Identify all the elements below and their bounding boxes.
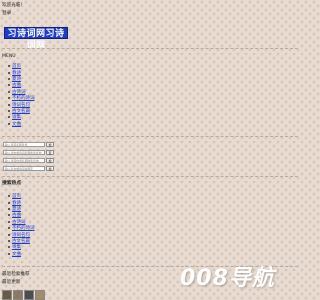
nav-link[interactable]: 春诗 — [12, 70, 21, 76]
search-input[interactable] — [3, 158, 45, 163]
nav-link[interactable]: 首页 — [12, 63, 21, 69]
search-button[interactable]: 搜 — [46, 166, 55, 171]
bullet-icon — [8, 239, 10, 242]
popular-item: 文曲 — [8, 251, 35, 257]
bullet-icon — [8, 122, 10, 125]
nav-link[interactable]: 古文名篇 — [12, 108, 30, 114]
thumbnail-image[interactable] — [35, 290, 45, 300]
popular-item: 不朽的诗词 — [8, 225, 35, 231]
thumbnail-image[interactable] — [2, 290, 12, 300]
bullet-icon — [8, 103, 10, 106]
popular-link[interactable]: 首页 — [12, 193, 21, 199]
welcome-text: 欢迎光临! — [2, 3, 23, 8]
divider — [2, 176, 298, 177]
watermark-logo: 008导航 — [180, 266, 275, 291]
bullet-icon — [8, 195, 10, 198]
recent-search-text: 最近检索推荐 — [2, 272, 30, 277]
nav-link[interactable]: 古诗词 — [12, 89, 26, 95]
thumbnail-image[interactable] — [13, 290, 23, 300]
nav-link[interactable]: 古曲 — [12, 82, 21, 88]
bullet-icon — [8, 233, 10, 236]
bullet-icon — [8, 220, 10, 223]
nav-link[interactable]: 夏诗 — [12, 76, 21, 82]
bullet-icon — [8, 116, 10, 119]
login-link[interactable]: 登录 — [2, 11, 11, 16]
nav-link[interactable]: 不朽的诗词 — [12, 95, 35, 101]
search-button[interactable]: 搜 — [46, 142, 55, 147]
bullet-icon — [8, 201, 10, 204]
nav-item: 文曲 — [8, 121, 35, 127]
bullet-icon — [8, 207, 10, 210]
popular-link[interactable]: 古诗词 — [12, 219, 26, 225]
nav-item: 不朽的诗词 — [8, 95, 35, 101]
search-row: 搜 — [3, 166, 55, 171]
popular-link[interactable]: 古曲 — [12, 212, 21, 218]
popular-link[interactable]: 诗词名句 — [12, 232, 30, 238]
bullet-icon — [8, 97, 10, 100]
search-row: 搜 — [3, 158, 55, 163]
search-input[interactable] — [3, 166, 45, 171]
popular-link[interactable]: 文曲 — [12, 251, 21, 257]
search-button[interactable]: 查 — [46, 150, 55, 155]
bullet-icon — [8, 227, 10, 230]
search-input[interactable] — [3, 150, 45, 155]
bullet-icon — [8, 214, 10, 217]
popular-link[interactable]: 春诗 — [12, 200, 21, 206]
popular-link[interactable]: 古文名篇 — [12, 238, 30, 244]
popular-list: 首页 春诗 夏诗 古曲 古诗词 不朽的诗词 诗词名句 古文名篇 诗集 文曲 — [8, 193, 35, 257]
popular-link[interactable]: 不朽的诗词 — [12, 225, 35, 231]
nav-link[interactable]: 诗词名句 — [12, 102, 30, 108]
divider — [2, 136, 298, 137]
main-nav: 首页 春诗 夏诗 古曲 古诗词 不朽的诗词 诗词名句 古文名篇 诗集 文曲 — [8, 63, 35, 127]
bullet-icon — [8, 71, 10, 74]
bullet-icon — [8, 65, 10, 68]
search-row: 查 — [3, 150, 55, 155]
divider — [2, 48, 298, 49]
bullet-icon — [8, 77, 10, 80]
bullet-icon — [8, 252, 10, 255]
bullet-icon — [8, 109, 10, 112]
popular-link[interactable]: 诗集 — [12, 244, 21, 250]
bullet-icon — [8, 84, 10, 87]
site-logo[interactable]: 习诗词网习诗词网 — [4, 27, 68, 51]
nav-link[interactable]: 文曲 — [12, 121, 21, 127]
thumbnail-strip — [2, 290, 46, 300]
nav-link[interactable]: 诗集 — [12, 114, 21, 120]
popular-link[interactable]: 夏诗 — [12, 206, 21, 212]
thumbnail-image[interactable] — [24, 290, 34, 300]
search-input[interactable] — [3, 142, 45, 147]
recent-update-text: 最近更新 — [2, 280, 21, 285]
bullet-icon — [8, 90, 10, 93]
search-row: 搜 — [3, 142, 55, 147]
popular-title: 搜索热点 — [2, 181, 22, 186]
bullet-icon — [8, 246, 10, 249]
menu-toggle[interactable]: MENU — [2, 54, 16, 59]
search-button[interactable]: 搜 — [46, 158, 55, 163]
